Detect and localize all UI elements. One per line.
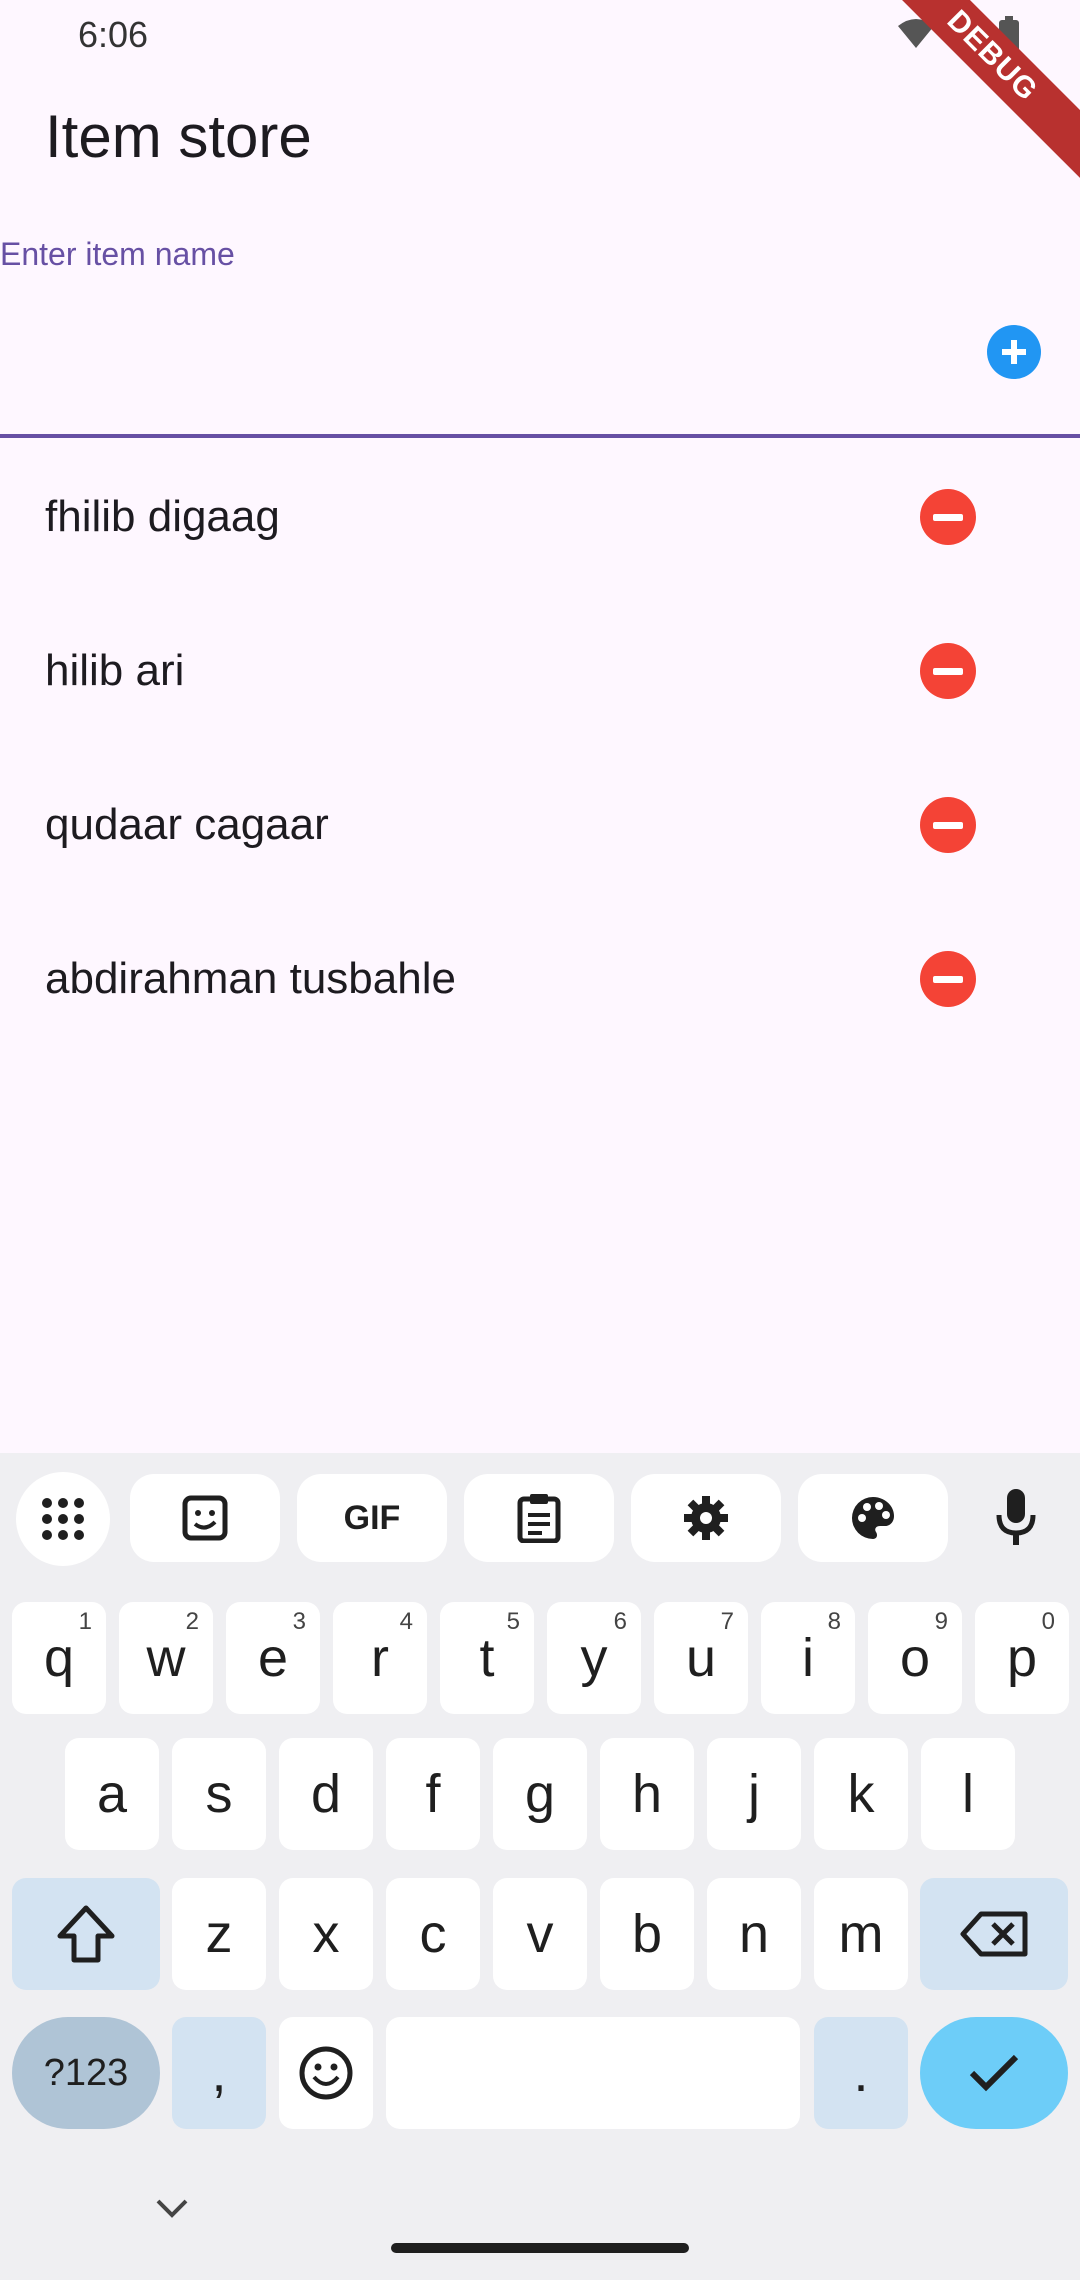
key-k[interactable]: k	[814, 1738, 908, 1850]
list-item: fhilib digaag	[0, 440, 1080, 594]
key-hint: 4	[399, 1608, 413, 1635]
backspace-key[interactable]	[920, 1878, 1068, 1990]
key-f[interactable]: f	[386, 1738, 480, 1850]
list-item: abdirahman tusbahle	[0, 902, 1080, 1056]
minus-icon	[933, 513, 963, 521]
item-label: hilib ari	[45, 646, 185, 695]
item-name-label: Enter item name	[0, 236, 235, 272]
status-time: 6:06	[78, 14, 149, 55]
checkmark-icon	[969, 2054, 1019, 2092]
comma-key[interactable]: ,	[172, 2017, 266, 2129]
key-label: w	[146, 1628, 186, 1688]
backspace-icon	[960, 1911, 1028, 1957]
key-hint: 0	[1041, 1608, 1055, 1635]
gear-icon	[684, 1496, 728, 1540]
remove-item-button[interactable]	[920, 797, 976, 853]
grid-dots-icon	[42, 1498, 84, 1540]
key-p[interactable]: p0	[975, 1602, 1069, 1714]
key-hint: 5	[506, 1608, 520, 1635]
key-label: t	[479, 1628, 495, 1688]
symbols-key[interactable]: ?123	[12, 2017, 160, 2129]
apps-grid-icon[interactable]	[16, 1472, 110, 1566]
sticker-icon	[182, 1495, 228, 1541]
key-z[interactable]: z	[172, 1878, 266, 1990]
key-label: y	[580, 1628, 608, 1688]
list-item: hilib ari	[0, 594, 1080, 748]
key-y[interactable]: y6	[547, 1602, 641, 1714]
key-r[interactable]: r4	[333, 1602, 427, 1714]
key-label: q	[43, 1628, 75, 1688]
key-m[interactable]: m	[814, 1878, 908, 1990]
key-hint: 8	[827, 1608, 841, 1635]
page-title: Item store	[45, 103, 312, 170]
key-i[interactable]: i8	[761, 1602, 855, 1714]
key-h[interactable]: h	[600, 1738, 694, 1850]
key-label: o	[899, 1628, 931, 1688]
key-w[interactable]: w2	[119, 1602, 213, 1714]
shift-key[interactable]	[12, 1878, 160, 1990]
remove-item-button[interactable]	[920, 643, 976, 699]
key-a[interactable]: a	[65, 1738, 159, 1850]
key-q[interactable]: q1	[12, 1602, 106, 1714]
keyboard-toolbar: GIF	[0, 1453, 1080, 1583]
key-hint: 9	[934, 1608, 948, 1635]
key-label: i	[802, 1628, 814, 1688]
input-underline	[0, 434, 1080, 438]
space-key[interactable]	[386, 2017, 800, 2129]
item-label: qudaar cagaar	[45, 800, 329, 849]
minus-icon	[933, 975, 963, 983]
home-indicator[interactable]	[391, 2243, 689, 2253]
key-hint: 3	[292, 1608, 306, 1635]
key-hint: 6	[613, 1608, 627, 1635]
voice-input-button[interactable]	[980, 1481, 1052, 1553]
key-label: e	[257, 1628, 289, 1688]
item-list: fhilib digaag hilib ari qudaar cagaar ab…	[0, 440, 1080, 1056]
key-g[interactable]: g	[493, 1738, 587, 1850]
item-label: fhilib digaag	[45, 492, 280, 541]
gif-button[interactable]: GIF	[297, 1474, 447, 1562]
theme-button[interactable]	[798, 1474, 948, 1562]
key-s[interactable]: s	[172, 1738, 266, 1850]
remove-item-button[interactable]	[920, 489, 976, 545]
item-label: abdirahman tusbahle	[45, 954, 456, 1003]
key-j[interactable]: j	[707, 1738, 801, 1850]
key-hint: 7	[720, 1608, 734, 1635]
remove-item-button[interactable]	[920, 951, 976, 1007]
key-label: p	[1006, 1628, 1038, 1688]
key-label: r	[371, 1628, 389, 1688]
settings-button[interactable]	[631, 1474, 781, 1562]
palette-icon	[851, 1497, 894, 1539]
done-key[interactable]	[920, 2017, 1068, 2129]
key-e[interactable]: e3	[226, 1602, 320, 1714]
emoji-icon	[299, 2046, 353, 2100]
emoji-key[interactable]	[279, 2017, 373, 2129]
plus-icon	[1002, 340, 1026, 364]
key-t[interactable]: t5	[440, 1602, 534, 1714]
key-v[interactable]: v	[493, 1878, 587, 1990]
key-u[interactable]: u7	[654, 1602, 748, 1714]
key-n[interactable]: n	[707, 1878, 801, 1990]
key-label: u	[685, 1628, 717, 1688]
on-screen-keyboard: GIF q1 w2 e3 r4 t5 y6 u7 i8 o9 p0 a s d …	[0, 1453, 1080, 2280]
item-name-input[interactable]	[0, 300, 964, 402]
key-hint: 1	[78, 1608, 92, 1635]
key-x[interactable]: x	[279, 1878, 373, 1990]
list-item: qudaar cagaar	[0, 748, 1080, 902]
minus-icon	[933, 821, 963, 829]
key-d[interactable]: d	[279, 1738, 373, 1850]
key-c[interactable]: c	[386, 1878, 480, 1990]
sticker-button[interactable]	[130, 1474, 280, 1562]
clipboard-button[interactable]	[464, 1474, 614, 1562]
minus-icon	[933, 667, 963, 675]
shift-icon	[57, 1905, 115, 1963]
hide-keyboard-chevron-icon[interactable]	[152, 2195, 192, 2221]
mic-icon	[996, 1489, 1036, 1545]
clipboard-icon	[517, 1494, 561, 1543]
period-key[interactable]: .	[814, 2017, 908, 2129]
key-o[interactable]: o9	[868, 1602, 962, 1714]
key-b[interactable]: b	[600, 1878, 694, 1990]
add-item-button[interactable]	[987, 325, 1041, 379]
key-l[interactable]: l	[921, 1738, 1015, 1850]
key-hint: 2	[185, 1608, 199, 1635]
